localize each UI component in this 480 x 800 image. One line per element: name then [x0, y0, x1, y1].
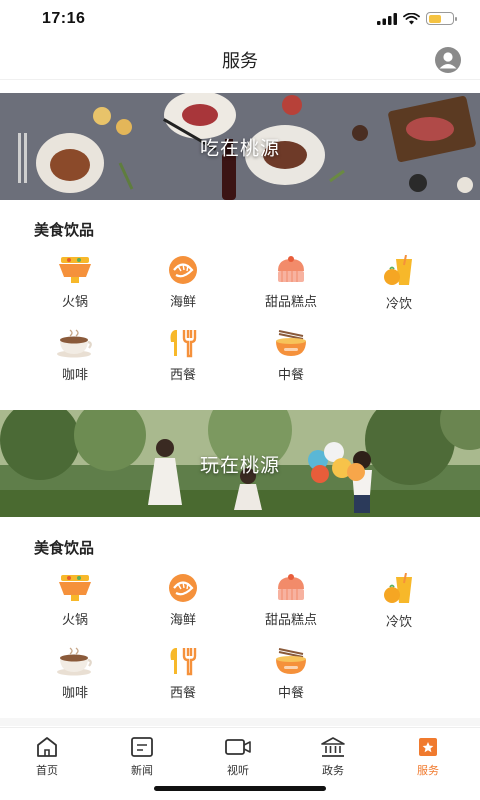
coffee-icon	[57, 647, 92, 676]
category-label: 火锅	[61, 294, 88, 309]
food-drink-section-2: 美食饮品 火锅 海鲜 甜品糕点 冷饮 咖啡 西餐 中餐	[0, 537, 480, 717]
category-seafood[interactable]: 海鲜	[133, 573, 233, 633]
category-label: 海鲜	[169, 612, 196, 627]
category-chinese-food[interactable]: 中餐	[241, 328, 341, 388]
category-hotpot[interactable]: 火锅	[25, 573, 125, 633]
category-label: 甜品糕点	[264, 294, 317, 309]
tab-label: 政务	[322, 765, 344, 777]
category-hotpot[interactable]: 火锅	[25, 255, 125, 315]
coffee-icon	[57, 329, 92, 358]
category-label: 中餐	[277, 685, 304, 700]
cold-drink-icon	[384, 255, 412, 285]
food-drink-section: 美食饮品 火锅 海鲜 甜品糕点 冷饮 咖啡 西餐 中餐	[0, 219, 480, 399]
category-label: 甜品糕点	[264, 612, 317, 627]
page-title: 服务	[222, 51, 258, 71]
category-label: 火锅	[61, 612, 88, 627]
status-time: 17:16	[42, 10, 86, 27]
cellular-signal-icon	[377, 12, 397, 25]
home-indicator[interactable]	[154, 786, 326, 791]
western-food-icon	[170, 330, 197, 358]
category-label: 冷饮	[385, 614, 412, 629]
food-banner[interactable]: 吃在桃源	[0, 93, 480, 200]
category-chinese-food[interactable]: 中餐	[241, 646, 341, 706]
category-label: 咖啡	[61, 367, 88, 382]
play-banner[interactable]: 玩在桃源	[0, 410, 480, 517]
tab-service[interactable]: 服务	[396, 736, 460, 778]
category-dessert[interactable]: 甜品糕点	[241, 573, 341, 633]
tab-label: 新闻	[131, 765, 153, 777]
service-icon	[419, 738, 437, 756]
shrimp-icon	[169, 256, 197, 284]
western-food-icon	[170, 648, 197, 676]
category-cold-drink[interactable]: 冷饮	[349, 573, 449, 633]
cold-drink-icon	[384, 573, 412, 603]
government-icon	[321, 737, 345, 757]
hotpot-icon	[59, 575, 91, 601]
chinese-food-icon	[276, 330, 306, 356]
category-label: 西餐	[169, 685, 196, 700]
category-label: 咖啡	[61, 685, 88, 700]
category-western-food[interactable]: 西餐	[133, 646, 233, 706]
hotpot-icon	[59, 257, 91, 283]
category-label: 中餐	[277, 367, 304, 382]
tab-label: 首页	[36, 765, 58, 777]
shrimp-icon	[169, 574, 197, 602]
category-label: 海鲜	[169, 294, 196, 309]
tab-label: 视听	[227, 765, 249, 777]
tab-label: 服务	[417, 765, 439, 777]
category-dessert[interactable]: 甜品糕点	[241, 255, 341, 315]
play-banner-title: 玩在桃源	[199, 455, 280, 476]
battery-icon	[426, 12, 457, 25]
category-western-food[interactable]: 西餐	[133, 328, 233, 388]
category-coffee[interactable]: 咖啡	[25, 328, 125, 388]
food-banner-title: 吃在桃源	[199, 138, 280, 159]
status-bar: 17:16	[0, 0, 480, 40]
chinese-food-icon	[276, 648, 306, 674]
battery-level	[428, 14, 442, 23]
section-title: 美食饮品	[34, 222, 95, 239]
category-cold-drink[interactable]: 冷饮	[349, 255, 449, 315]
cake-icon	[278, 256, 304, 282]
tab-video[interactable]: 视听	[206, 736, 270, 778]
home-icon	[37, 737, 57, 757]
tab-government[interactable]: 政务	[301, 736, 365, 778]
navigation-bar: 服务	[0, 40, 480, 80]
news-icon	[131, 737, 153, 757]
category-label: 西餐	[169, 367, 196, 382]
user-avatar-icon[interactable]	[434, 46, 462, 74]
tab-news[interactable]: 新闻	[110, 736, 174, 778]
section-title: 美食饮品	[34, 540, 95, 557]
wifi-icon	[403, 12, 420, 24]
video-icon	[225, 739, 251, 755]
category-coffee[interactable]: 咖啡	[25, 646, 125, 706]
status-icons	[377, 12, 457, 25]
tab-home[interactable]: 首页	[15, 736, 79, 778]
cake-icon	[278, 574, 304, 600]
category-seafood[interactable]: 海鲜	[133, 255, 233, 315]
category-label: 冷饮	[385, 296, 412, 311]
section-divider	[0, 718, 480, 726]
